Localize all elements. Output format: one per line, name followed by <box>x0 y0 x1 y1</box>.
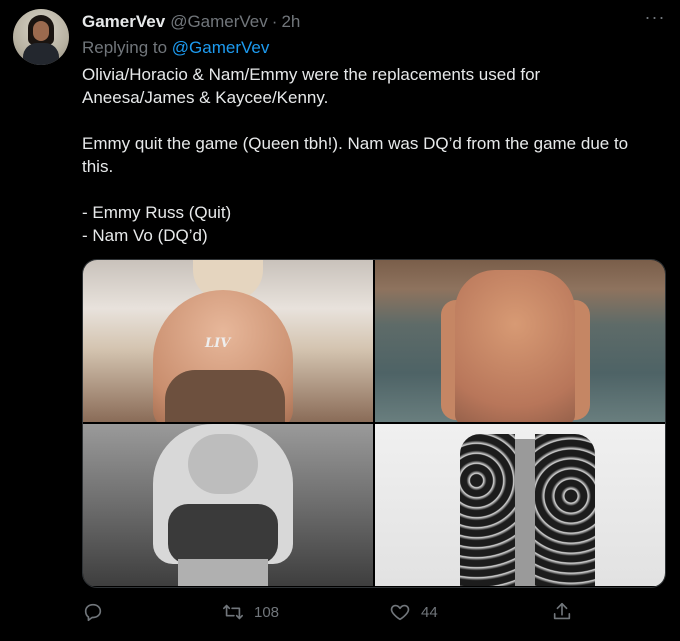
photo-3-torso <box>178 559 268 586</box>
photo-2-figure <box>455 270 575 422</box>
like-count: 44 <box>421 603 438 621</box>
reply-to-link[interactable]: @GamerVev <box>172 38 270 57</box>
photo-2[interactable] <box>375 260 665 422</box>
retweet-button[interactable]: 108 <box>222 600 279 624</box>
photo-4-shirt-right <box>535 434 595 586</box>
photo-4[interactable] <box>375 424 665 586</box>
tweet-time[interactable]: 2h <box>281 12 300 32</box>
photo-3[interactable] <box>83 424 373 586</box>
tweet-line: this. <box>82 157 114 176</box>
photo-3-top <box>168 504 278 564</box>
retweet-icon <box>223 604 243 620</box>
tweet-line: - Nam Vo (DQ’d) <box>82 226 208 245</box>
media-grid: LIV <box>82 259 666 588</box>
tweet-line: - Emmy Russ (Quit) <box>82 203 232 222</box>
avatar[interactable] <box>13 9 69 65</box>
author-name[interactable]: GamerVev <box>82 12 165 32</box>
tweet[interactable]: GamerVev @GamerVev · 2h ··· Replying to … <box>0 0 680 641</box>
like-button[interactable]: 44 <box>389 600 438 624</box>
photo-3-face <box>188 434 258 494</box>
tweet-line: Aneesa/James & Kaycee/Kenny. <box>82 88 329 107</box>
separator-dot: · <box>271 12 278 31</box>
heart-icon <box>390 604 410 621</box>
replying-to: Replying to @GamerVev <box>82 38 269 58</box>
share-icon <box>553 602 571 620</box>
retweet-count: 108 <box>254 603 280 621</box>
photo-1-top <box>165 370 285 422</box>
avatar-face <box>33 21 49 41</box>
avatar-shirt <box>23 43 59 65</box>
photo-1[interactable]: LIV <box>83 260 373 422</box>
share-button[interactable] <box>551 600 573 624</box>
photo-1-necklace-text: LIV <box>205 336 231 351</box>
reply-icon <box>84 603 102 622</box>
tweet-line: Emmy quit the game (Queen tbh!). Nam was… <box>82 134 629 153</box>
more-options-icon[interactable]: ··· <box>644 8 666 28</box>
reply-button[interactable] <box>82 600 104 624</box>
tweet-header: GamerVev @GamerVev · 2h <box>82 12 300 34</box>
action-bar: 108 44 <box>82 600 582 624</box>
photo-4-shirt-left <box>460 434 515 586</box>
author-handle[interactable]: @GamerVev <box>170 12 268 32</box>
tweet-text: Olivia/Horacio & Nam/Emmy were the repla… <box>82 63 662 247</box>
tweet-line: Olivia/Horacio & Nam/Emmy were the repla… <box>82 65 541 84</box>
reply-prefix: Replying to <box>82 38 168 57</box>
